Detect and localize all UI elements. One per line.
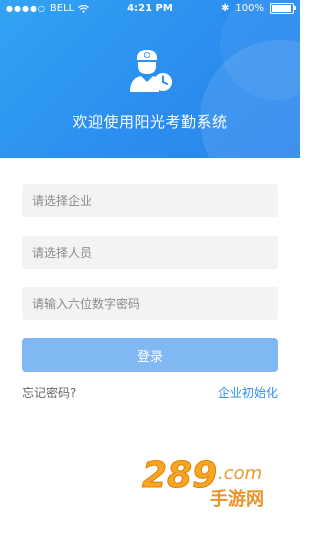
header-banner: ●●●●○ BELL 4:21 PM ✱ 100% 欢迎使用阳光考勤系统 <box>0 0 300 158</box>
password-input[interactable] <box>22 287 278 320</box>
svg-text:289: 289 <box>142 455 217 496</box>
battery-percent: 100% <box>235 3 264 14</box>
login-button[interactable]: 登录 <box>22 338 278 372</box>
svg-text:.com: .com <box>218 463 262 484</box>
welcome-title: 欢迎使用阳光考勤系统 <box>72 113 228 131</box>
company-select[interactable] <box>22 184 278 217</box>
staff-select[interactable] <box>22 236 278 269</box>
header-decoration <box>200 40 300 158</box>
forgot-password-link[interactable]: 忘记密码? <box>22 384 76 401</box>
svg-text:手游网: 手游网 <box>210 488 264 510</box>
company-init-link[interactable]: 企业初始化 <box>218 384 278 401</box>
battery-icon <box>270 3 296 14</box>
status-bar: ●●●●○ BELL 4:21 PM ✱ 100% <box>0 0 300 18</box>
doctor-clock-icon <box>130 50 172 92</box>
bluetooth-icon: ✱ <box>221 3 230 14</box>
watermark-logo: 289 .com 手游网 <box>142 455 265 511</box>
